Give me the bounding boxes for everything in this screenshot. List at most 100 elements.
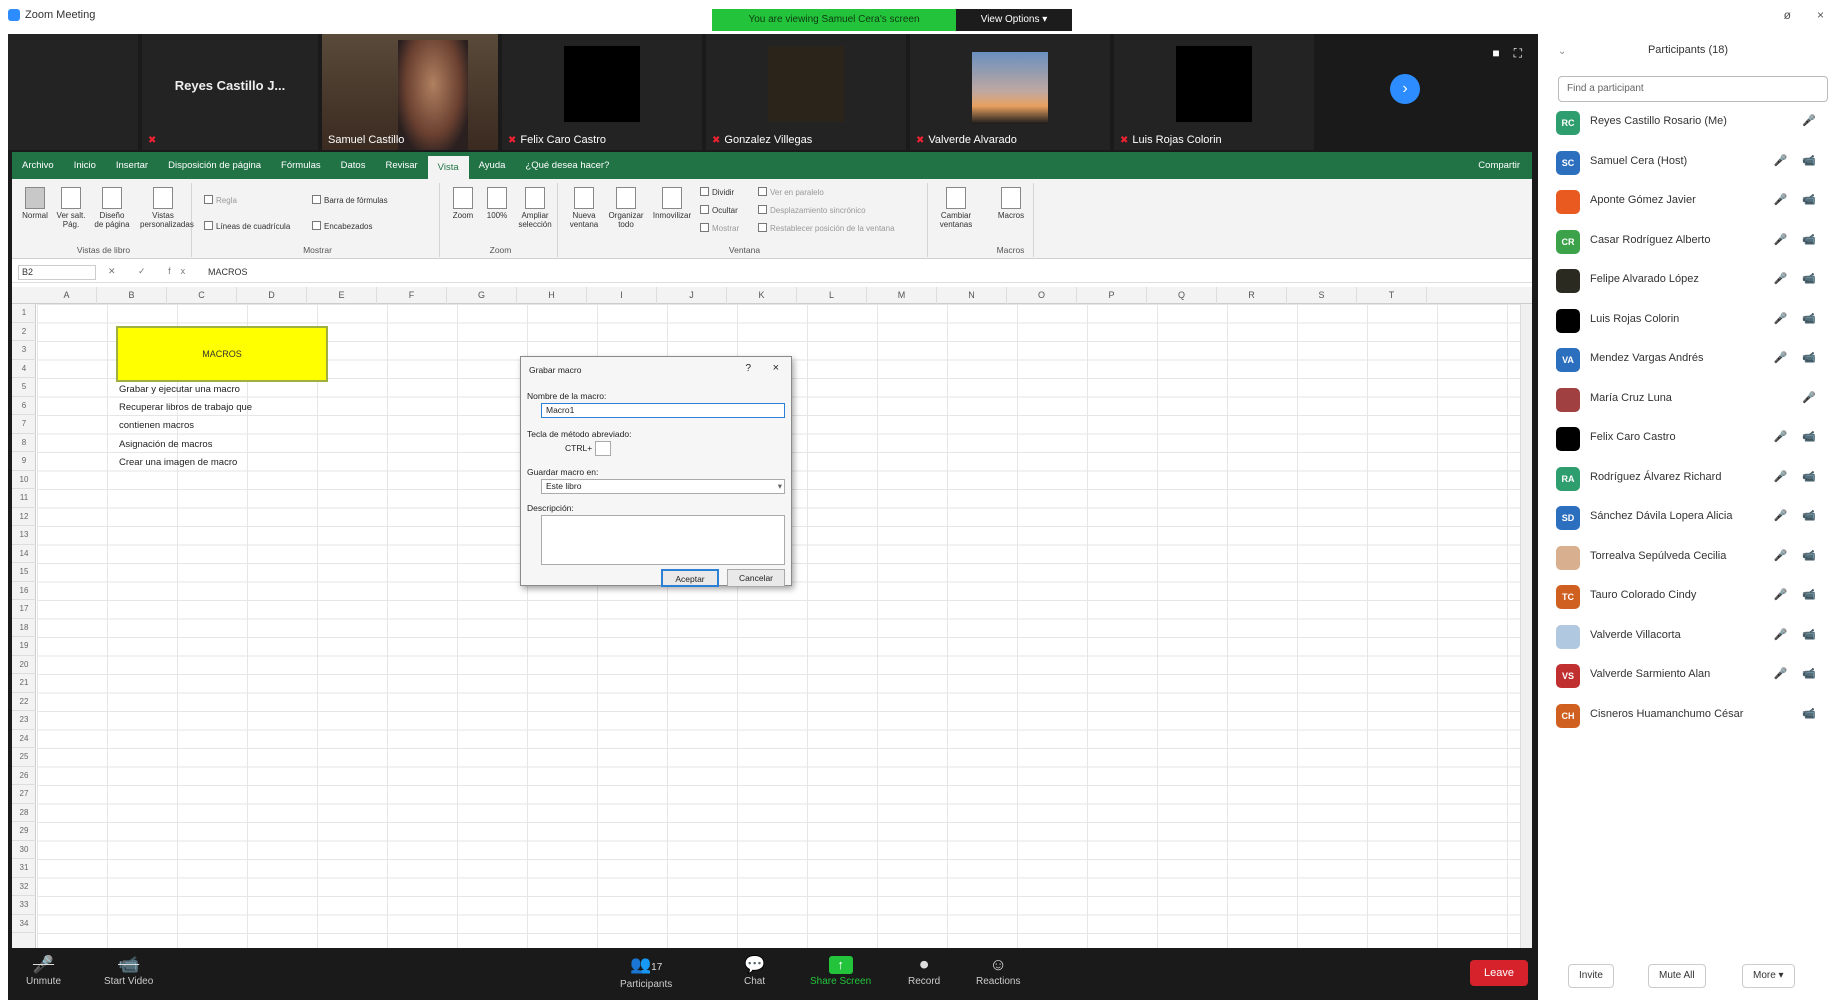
headings-checkbox[interactable]: Encabezados: [312, 221, 372, 231]
participant-row[interactable]: SD Sánchez Dávila Lopera Alicia 🎤 📹: [1556, 499, 1828, 537]
participant-row[interactable]: TC Tauro Colorado Cindy 🎤 📹: [1556, 578, 1828, 616]
participants-button[interactable]: 👥17 Participants: [620, 954, 672, 990]
participant-row[interactable]: CH Cisneros Huamanchumo César 📹: [1556, 697, 1828, 735]
list-item[interactable]: Crear una imagen de macro: [119, 457, 237, 468]
row-header[interactable]: 8: [12, 434, 36, 452]
row-header[interactable]: 34: [12, 915, 36, 933]
row-header[interactable]: 18: [12, 619, 36, 637]
freeze-panes-button[interactable]: Inmovilizar: [650, 187, 694, 220]
participant-row[interactable]: SC Samuel Cera (Host) 🎤 📹: [1556, 144, 1828, 182]
participant-row[interactable]: Valverde Villacorta 🎤 📹: [1556, 618, 1828, 656]
shortcut-key-input[interactable]: [595, 441, 611, 456]
video-tile[interactable]: Reyes Castillo J... ✖: [142, 34, 318, 150]
row-header[interactable]: 2: [12, 323, 36, 341]
column-header[interactable]: B: [97, 287, 167, 304]
cancel-button[interactable]: Cancelar: [727, 569, 785, 587]
invite-button[interactable]: Invite: [1568, 964, 1614, 988]
row-header[interactable]: 6: [12, 397, 36, 415]
row-header[interactable]: 4: [12, 360, 36, 378]
tab-home[interactable]: Inicio: [64, 152, 106, 179]
row-header[interactable]: 19: [12, 637, 36, 656]
column-header[interactable]: N: [937, 287, 1007, 304]
synchronous-scrolling-checkbox[interactable]: Desplazamiento sincrónico: [758, 205, 866, 215]
row-header[interactable]: 1: [12, 304, 36, 323]
split-checkbox[interactable]: Dividir: [700, 187, 734, 197]
tab-file[interactable]: Archivo: [12, 152, 64, 179]
row-header[interactable]: 27: [12, 785, 36, 804]
reactions-button[interactable]: ☺ Reactions: [976, 954, 1020, 987]
share-screen-button[interactable]: ↑ Share Screen: [810, 954, 871, 987]
row-header[interactable]: 33: [12, 896, 36, 915]
row-header[interactable]: 12: [12, 508, 36, 526]
hide-checkbox[interactable]: Ocultar: [700, 205, 738, 215]
share-button[interactable]: Compartir: [1468, 152, 1532, 179]
gridlines-checkbox[interactable]: Líneas de cuadrícula: [204, 221, 290, 231]
column-header[interactable]: P: [1077, 287, 1147, 304]
view-side-by-side-checkbox[interactable]: Ver en paralelo: [758, 187, 824, 197]
unhide-checkbox[interactable]: Mostrar: [700, 223, 739, 233]
participant-row[interactable]: María Cruz Luna 🎤: [1556, 381, 1828, 419]
view-options-button[interactable]: View Options ▾: [956, 9, 1072, 31]
more-button[interactable]: More ▾: [1742, 964, 1795, 988]
vertical-scrollbar[interactable]: [1520, 304, 1532, 948]
list-item[interactable]: contienen macros: [119, 420, 194, 431]
record-button[interactable]: ⏺ Record: [908, 954, 940, 987]
column-header[interactable]: F: [377, 287, 447, 304]
participant-row[interactable]: RC Reyes Castillo Rosario (Me) 🎤: [1556, 104, 1828, 142]
row-header[interactable]: 24: [12, 730, 36, 748]
row-header[interactable]: 25: [12, 748, 36, 767]
start-video-button[interactable]: 📹 Start Video: [104, 954, 153, 987]
fullscreen-icon[interactable]: ⛶: [1514, 46, 1522, 61]
tab-insert[interactable]: Insertar: [106, 152, 158, 179]
tab-page-layout[interactable]: Disposición de página: [158, 152, 271, 179]
ok-button[interactable]: Aceptar: [661, 569, 719, 587]
macros-title-cell[interactable]: MACROS: [116, 326, 328, 382]
row-header[interactable]: 21: [12, 674, 36, 693]
close-icon[interactable]: ×: [773, 362, 779, 374]
ruler-checkbox[interactable]: Regla: [204, 195, 237, 205]
reset-window-position-checkbox[interactable]: Restablecer posición de la ventana: [758, 223, 895, 233]
tab-view[interactable]: Vista: [427, 156, 469, 179]
row-header[interactable]: 26: [12, 767, 36, 785]
row-header[interactable]: 5: [12, 378, 36, 397]
column-header[interactable]: J: [657, 287, 727, 304]
row-header[interactable]: 30: [12, 841, 36, 859]
tab-formulas[interactable]: Fórmulas: [271, 152, 331, 179]
column-header[interactable]: O: [1007, 287, 1077, 304]
row-header[interactable]: 31: [12, 859, 36, 878]
store-macro-select[interactable]: Este libro ▾: [541, 479, 785, 494]
tell-me-search[interactable]: ¿Qué desea hacer?: [515, 152, 619, 179]
tab-data[interactable]: Datos: [331, 152, 376, 179]
participant-row[interactable]: VA Mendez Vargas Andrés 🎤 📹: [1556, 341, 1828, 379]
participant-row[interactable]: Felix Caro Castro 🎤 📹: [1556, 420, 1828, 458]
column-header[interactable]: I: [587, 287, 657, 304]
row-header[interactable]: 23: [12, 711, 36, 730]
list-item[interactable]: Recuperar libros de trabajo que: [119, 402, 252, 413]
participant-row[interactable]: CR Casar Rodríguez Alberto 🎤 📹: [1556, 223, 1828, 261]
help-icon[interactable]: ?: [745, 363, 751, 374]
row-header[interactable]: 28: [12, 804, 36, 822]
custom-views-button[interactable]: Vistas personalizadas: [140, 187, 194, 229]
row-header[interactable]: 29: [12, 822, 36, 841]
macro-name-input[interactable]: Macro1: [541, 403, 785, 418]
column-header[interactable]: L: [797, 287, 867, 304]
page-layout-view-button[interactable]: Diseño de página: [94, 187, 130, 229]
participant-search-input[interactable]: Find a participant: [1558, 76, 1828, 102]
row-header[interactable]: 16: [12, 582, 36, 600]
column-header[interactable]: A: [37, 287, 97, 304]
name-box[interactable]: B2: [18, 265, 96, 280]
video-tile[interactable]: ✖ Valverde Alvarado: [910, 34, 1110, 150]
row-header[interactable]: 10: [12, 471, 36, 489]
page-break-view-button[interactable]: Ver salt. Pág.: [56, 187, 86, 229]
participant-row[interactable]: VS Valverde Sarmiento Alan 🎤 📹: [1556, 657, 1828, 695]
participant-row[interactable]: Torrealva Sepúlveda Cecilia 🎤 📹: [1556, 539, 1828, 577]
mute-all-button[interactable]: Mute All: [1648, 964, 1706, 988]
chat-button[interactable]: 💬 Chat: [744, 954, 765, 987]
new-window-button[interactable]: Nueva ventana: [566, 187, 602, 229]
zoom-selection-button[interactable]: Ampliar selección: [516, 187, 554, 229]
column-header[interactable]: T: [1357, 287, 1427, 304]
normal-view-button[interactable]: Normal: [20, 187, 50, 220]
gallery-view-icon[interactable]: ■: [1492, 46, 1499, 61]
zoom-100-button[interactable]: 100%: [482, 187, 512, 220]
switch-windows-button[interactable]: Cambiar ventanas: [934, 187, 978, 229]
